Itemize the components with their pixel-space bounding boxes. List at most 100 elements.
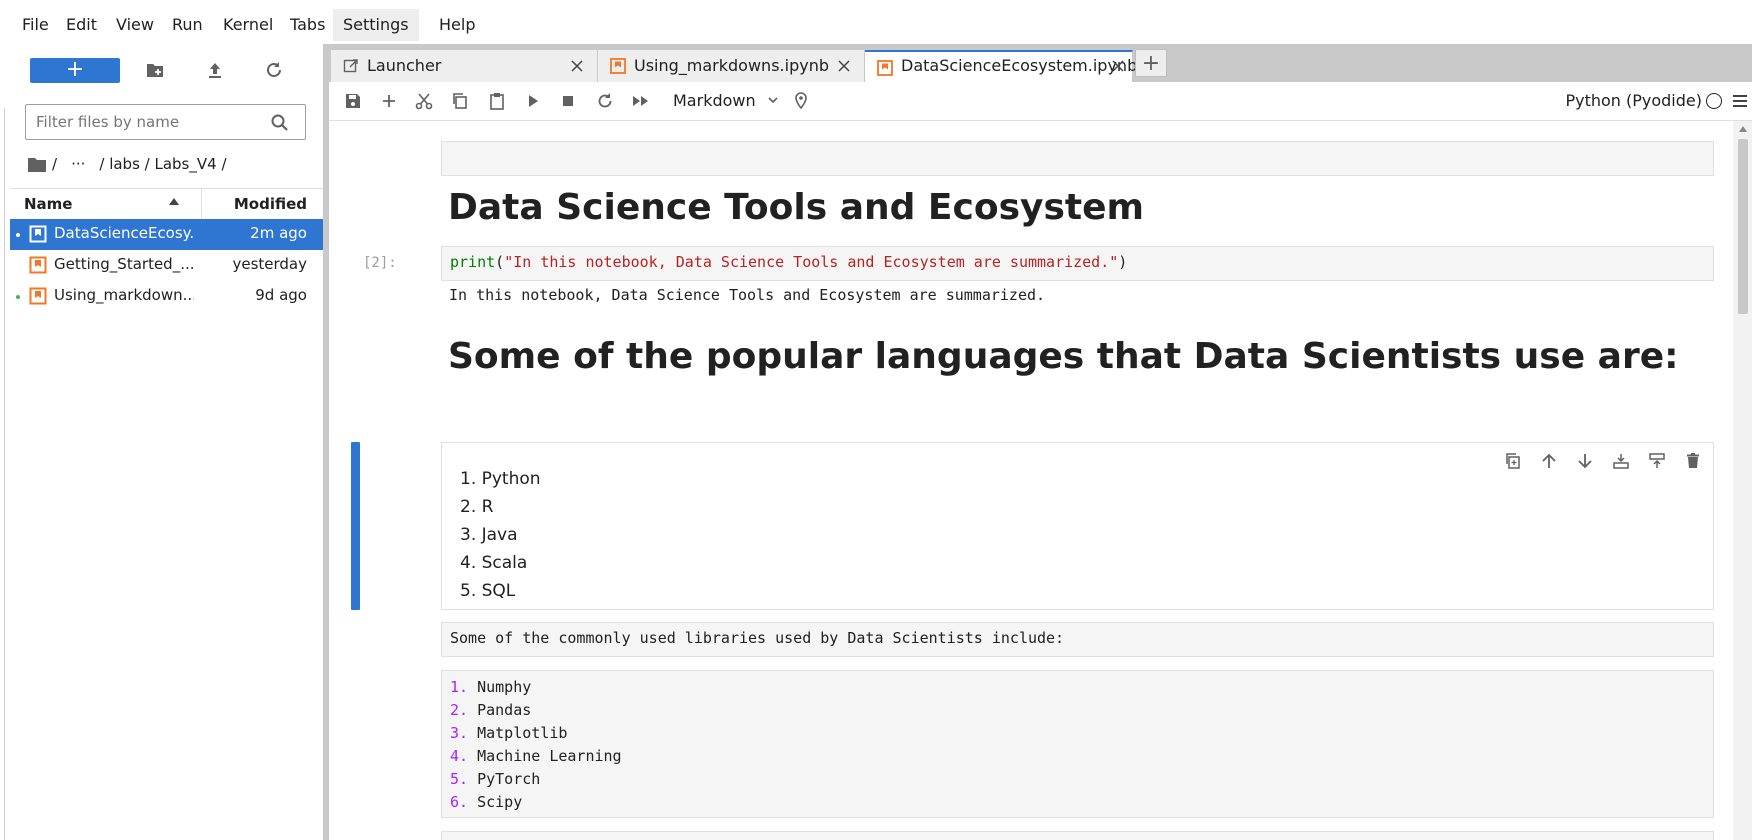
file-row[interactable]: Getting_Started_... yesterday [10, 250, 323, 281]
menu-icon[interactable] [1732, 93, 1748, 109]
heading-title: Data Science Tools and Ecosystem [448, 187, 1145, 228]
kernel-status-icon [1706, 93, 1722, 109]
new-launcher-button[interactable]: + [30, 58, 120, 83]
tab-label: Using_markdowns.ipynb [634, 56, 829, 75]
code-paren: ) [1118, 253, 1128, 271]
raw-text: Some of the commonly used libraries used… [450, 629, 1065, 647]
breadcrumb-ellipsis[interactable]: ··· [71, 155, 85, 173]
list-item: 3. Matplotlib [450, 724, 568, 742]
notebook-icon [29, 225, 47, 243]
activity-bar-edge [0, 108, 5, 840]
file-name: Using_markdown... [54, 286, 194, 304]
chevron-down-icon [768, 97, 778, 104]
menu-bar: File Edit View Run Kernel Tabs Settings … [0, 0, 1752, 44]
notebook-icon [29, 256, 47, 274]
file-row[interactable]: Using_markdown... 9d ago [10, 281, 323, 312]
new-folder-icon[interactable] [143, 58, 167, 82]
code-cell-input[interactable]: print("In this notebook, Data Science To… [441, 246, 1714, 281]
code-line: print("In this notebook, Data Science To… [450, 253, 1127, 271]
list-item: 1. Python [460, 469, 541, 489]
raw-cell-libraries[interactable]: 1. Numphy 2. Pandas 3. Matplotlib 4. Mac… [441, 670, 1714, 818]
breadcrumb-root[interactable]: / [52, 155, 57, 173]
kernel-name[interactable]: Python (Pyodide) [1565, 91, 1702, 110]
fast-forward-icon[interactable] [631, 91, 651, 111]
libraries-list: 1. Numphy 2. Pandas 3. Matplotlib 4. Mac… [450, 676, 622, 814]
menu-settings[interactable]: Settings [333, 9, 419, 41]
notebook-toolbar: Markdown Python (Pyodide) [329, 82, 1752, 121]
file-modified: 2m ago [250, 224, 307, 242]
refresh-icon[interactable] [262, 58, 286, 82]
column-divider[interactable] [201, 189, 202, 219]
close-icon[interactable] [836, 58, 852, 74]
run-icon[interactable] [523, 91, 543, 111]
empty-cell[interactable] [441, 141, 1714, 176]
list-item: 2. R [460, 497, 494, 517]
menu-help[interactable]: Help [429, 9, 485, 41]
file-filter-input[interactable] [25, 104, 306, 140]
list-item: 2. Pandas [450, 701, 532, 719]
list-item: 4. Machine Learning [450, 747, 622, 765]
running-indicator [16, 233, 20, 237]
tab-using-markdowns[interactable]: Using_markdowns.ipynb [598, 50, 865, 82]
close-icon[interactable] [569, 58, 585, 74]
column-name[interactable]: Name [24, 195, 72, 213]
menu-tabs[interactable]: Tabs [280, 9, 335, 41]
list-item: 3. Java [460, 525, 518, 545]
duplicate-icon[interactable] [1503, 451, 1523, 471]
close-icon[interactable] [1110, 58, 1126, 74]
cell-toolbar [1503, 451, 1703, 475]
search-icon [271, 114, 288, 131]
next-cell[interactable] [441, 831, 1714, 840]
menu-kernel[interactable]: Kernel [213, 9, 283, 41]
add-tab-button[interactable]: + [1135, 49, 1167, 77]
restart-icon[interactable] [595, 91, 615, 111]
insert-below-icon[interactable] [1647, 451, 1667, 471]
move-down-icon[interactable] [1575, 451, 1595, 471]
menu-view[interactable]: View [106, 9, 164, 41]
copy-icon[interactable] [450, 91, 470, 111]
folder-icon[interactable] [28, 157, 46, 172]
cell-type-select[interactable]: Markdown [673, 91, 779, 110]
notebook-scrollbar[interactable] [1733, 121, 1752, 840]
active-markdown-cell[interactable]: 1. Python 2. R 3. Java 4. Scala 5. SQL [441, 442, 1714, 610]
file-name: Getting_Started_... [54, 255, 194, 273]
file-row[interactable]: DataScienceEcosy... 2m ago [10, 219, 323, 250]
scroll-thumb[interactable] [1738, 139, 1748, 314]
tab-datascienceecosystem[interactable]: DataScienceEcosystem.ipynb [865, 50, 1137, 82]
file-name: DataScienceEcosy... [54, 224, 194, 242]
add-cell-icon[interactable] [379, 91, 399, 111]
notebook-icon [877, 60, 893, 76]
scroll-up-icon[interactable] [1738, 125, 1748, 133]
cell-type-value: Markdown [673, 91, 756, 110]
list-item: 6. Scipy [450, 793, 523, 811]
save-icon[interactable] [343, 91, 363, 111]
code-paren: ( [495, 253, 505, 271]
list-item: 4. Scala [460, 553, 528, 573]
tab-label: DataScienceEcosystem.ipynb [901, 56, 1138, 75]
sort-ascending-icon[interactable] [168, 197, 180, 207]
code-function: print [450, 253, 496, 271]
cell-prompt: [2]: [363, 255, 397, 271]
notebook-icon [29, 287, 47, 305]
notebook-icon [610, 58, 626, 74]
cell-collapser[interactable] [351, 442, 360, 610]
tab-label: Launcher [367, 56, 442, 75]
tab-launcher[interactable]: Launcher [331, 50, 598, 82]
paste-icon[interactable] [487, 91, 507, 111]
insert-above-icon[interactable] [1611, 451, 1631, 471]
menu-file[interactable]: File [12, 9, 59, 41]
languages-list: 1. Python 2. R 3. Java 4. Scala 5. SQL [460, 465, 541, 605]
upload-icon[interactable] [203, 58, 227, 82]
move-up-icon[interactable] [1539, 451, 1559, 471]
menu-run[interactable]: Run [162, 9, 213, 41]
menu-edit[interactable]: Edit [56, 9, 107, 41]
stop-icon[interactable] [558, 91, 578, 111]
delete-icon[interactable] [1683, 451, 1703, 471]
raw-cell-intro[interactable]: Some of the commonly used libraries used… [441, 622, 1714, 657]
cut-icon[interactable] [414, 91, 434, 111]
breadcrumb-path[interactable]: / labs / Labs_V4 / [99, 155, 226, 173]
document-tab-bar: Launcher Using_markdowns.ipynb DataScien… [329, 44, 1752, 82]
debugger-icon[interactable] [791, 91, 811, 111]
column-modified[interactable]: Modified [234, 195, 307, 213]
launcher-icon [343, 59, 358, 73]
